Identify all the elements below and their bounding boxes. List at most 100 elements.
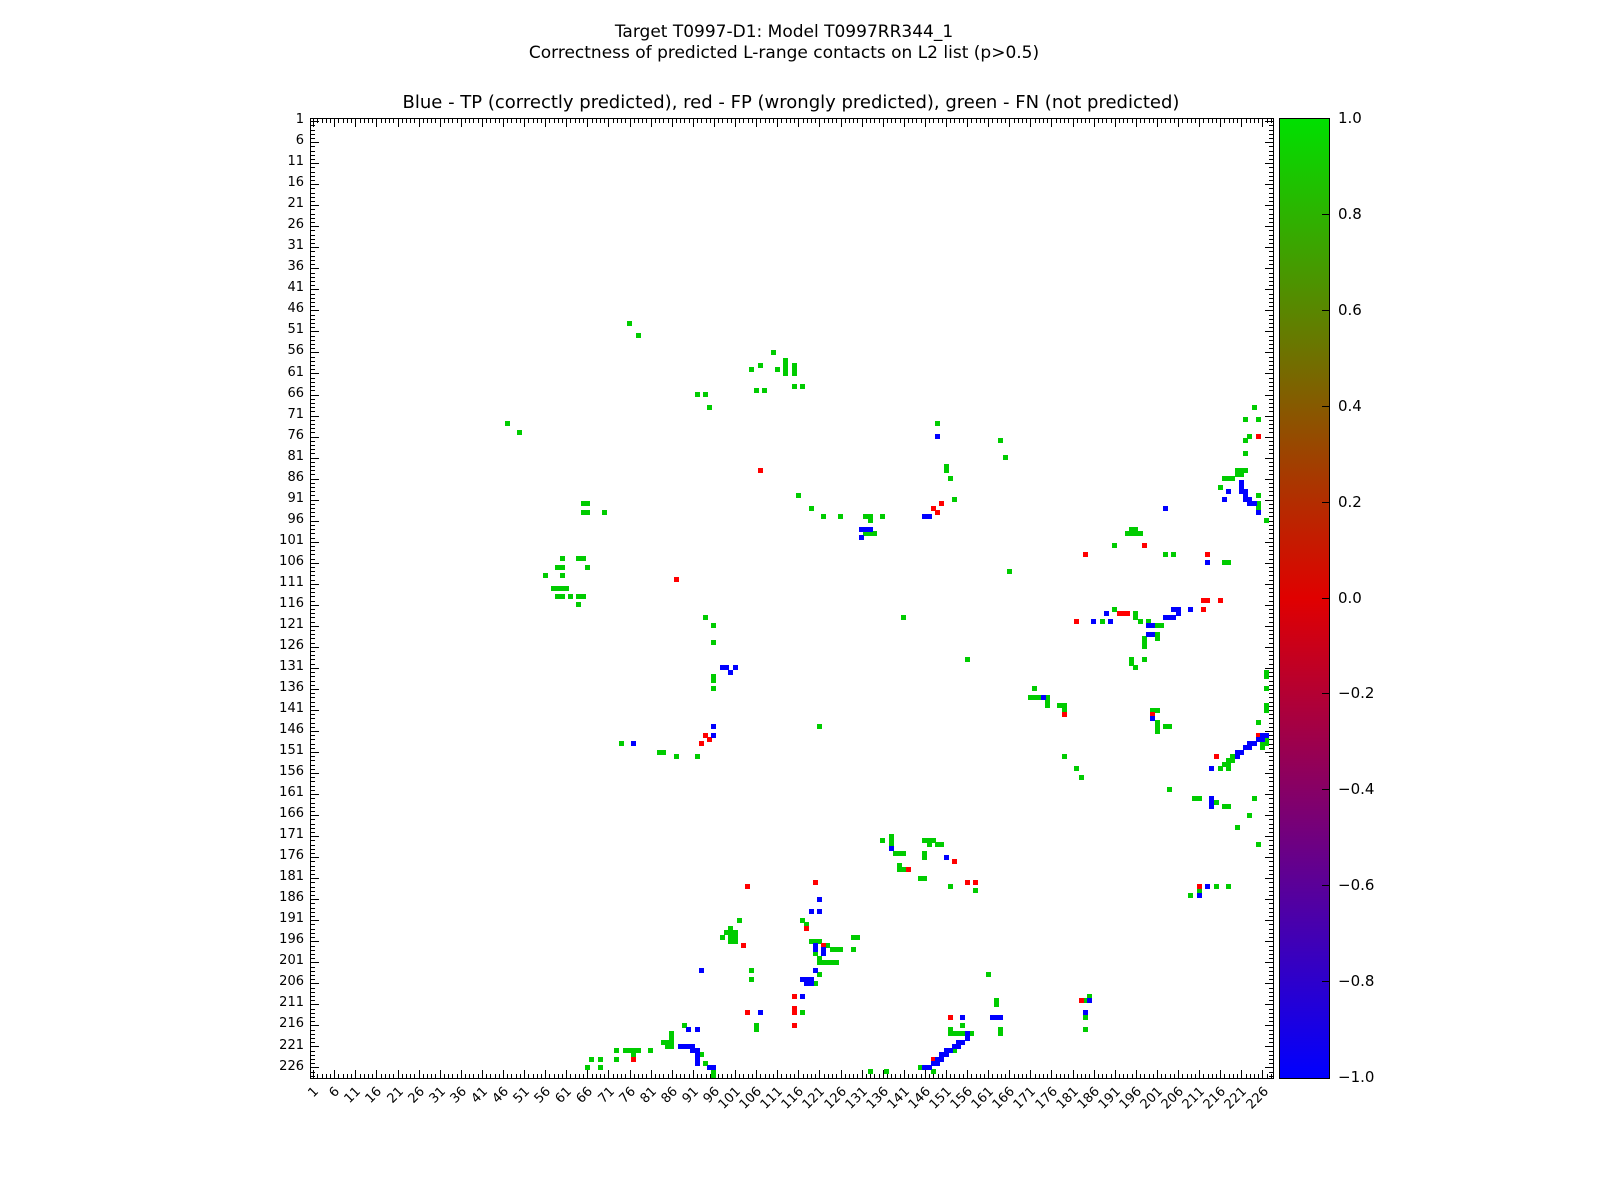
contact-cell-FN [775,367,780,372]
contact-cell-FN [1218,766,1223,771]
contact-cell-FN [1264,686,1269,691]
contact-cell-FN [560,556,565,561]
contact-cell-TP [809,981,814,986]
contact-cell-FN [602,510,607,515]
contact-cell-TP [631,741,636,746]
contact-cell-FP [973,880,978,885]
y-tick-label: 86 [266,471,304,485]
contact-cell-TP [817,909,822,914]
contact-cell-FN [901,851,906,856]
contact-cell-TP [956,1044,961,1049]
contact-cell-FN [543,573,548,578]
contact-cell-TP [927,514,932,519]
y-tick-label: 166 [266,807,304,821]
contact-cell-FN [944,468,949,473]
contact-cell-FN [800,384,805,389]
contact-cell-TP [813,947,818,952]
contact-cell-FP [1079,998,1084,1003]
contact-cell-FP [745,1010,750,1015]
y-tick-label: 21 [266,197,304,211]
contact-cell-FN [792,371,797,376]
contact-cell-FP [758,468,763,473]
contact-cell-TP [686,1027,691,1032]
y-tick-label: 216 [266,1017,304,1031]
contact-cell-FN [1003,455,1008,460]
y-tick-label: 106 [266,555,304,569]
contact-cell-FN [1197,796,1202,801]
contact-cell-FN [737,918,742,923]
contact-cell-FN [1256,417,1261,422]
contact-cell-FN [661,750,666,755]
y-tick-label: 196 [266,933,304,947]
contact-cell-TP [998,1015,1003,1020]
contact-cell-TP [1260,737,1265,742]
contact-cell-FN [965,657,970,662]
contact-cell-FP [1074,619,1079,624]
contact-cell-TP [711,724,716,729]
contact-cell-FN [1079,775,1084,780]
colorbar-tick-label: 0.0 [1338,590,1362,606]
contact-cell-FN [1045,703,1050,708]
contact-cell-TP [813,968,818,973]
contact-cell-TP [733,665,738,670]
contact-cell-TP [1041,695,1046,700]
contact-cell-FN [1239,472,1244,477]
y-tick-label: 161 [266,786,304,800]
contact-cell-FP [1062,712,1067,717]
contact-cell-FN [855,935,860,940]
y-tick-label: 206 [266,975,304,989]
contact-cell-FN [1100,619,1105,624]
contact-cell-FN [749,968,754,973]
contact-cell-TP [1205,560,1210,565]
contact-cell-FN [1226,884,1231,889]
contact-cell-FP [699,741,704,746]
contact-cell-FN [809,506,814,511]
contact-cell-TP [859,535,864,540]
y-tick-label: 176 [266,849,304,863]
colorbar-tick-label: −0.6 [1338,877,1374,893]
contact-cell-TP [1252,501,1257,506]
contact-cell-FP [1205,552,1210,557]
contact-cell-TP [1222,497,1227,502]
y-tick-label: 116 [266,597,304,611]
y-tick-label: 1 [266,113,304,127]
contact-cell-FN [1167,724,1172,729]
contact-cell-TP [1209,766,1214,771]
contact-cell-FN [703,615,708,620]
contact-cell-FN [1218,485,1223,490]
figure-title-line2: Correctness of predicted L-range contact… [0,43,1568,64]
colorbar-tick-label: −0.2 [1338,685,1374,701]
contact-cell-FN [560,565,565,570]
contact-cell-FP [813,880,818,885]
contact-cell-FN [648,1048,653,1053]
contact-cell-TP [922,1065,927,1070]
contact-cell-TP [711,733,716,738]
colorbar-tick-label: −0.4 [1338,781,1374,797]
contact-cell-FN [927,842,932,847]
contact-cell-TP [695,1061,700,1066]
contact-cell-FN [834,960,839,965]
contact-cell-FN [994,1002,999,1007]
contact-cell-FN [800,1010,805,1015]
contact-cell-FN [627,321,632,326]
contact-cell-FN [1007,569,1012,574]
contact-cell-FN [1243,438,1248,443]
y-tick-label: 91 [266,492,304,506]
contact-cell-FN [792,384,797,389]
contact-cell-TP [935,434,940,439]
contact-cell-FN [1243,417,1248,422]
contact-cell-TP [1150,632,1155,637]
contact-cell-TP [1188,607,1193,612]
contact-cell-FN [1243,451,1248,456]
contact-cell-TP [821,951,826,956]
contact-cell-FN [868,1069,873,1074]
contact-cell-FN [619,741,624,746]
contact-cell-FN [1138,619,1143,624]
y-tick-label: 101 [266,534,304,548]
y-tick-label: 181 [266,870,304,884]
contact-cell-FP [631,1057,636,1062]
contact-cell-FN [560,573,565,578]
contact-cell-TP [1197,893,1202,898]
contact-cell-FP [935,510,940,515]
y-tick-label: 76 [266,429,304,443]
